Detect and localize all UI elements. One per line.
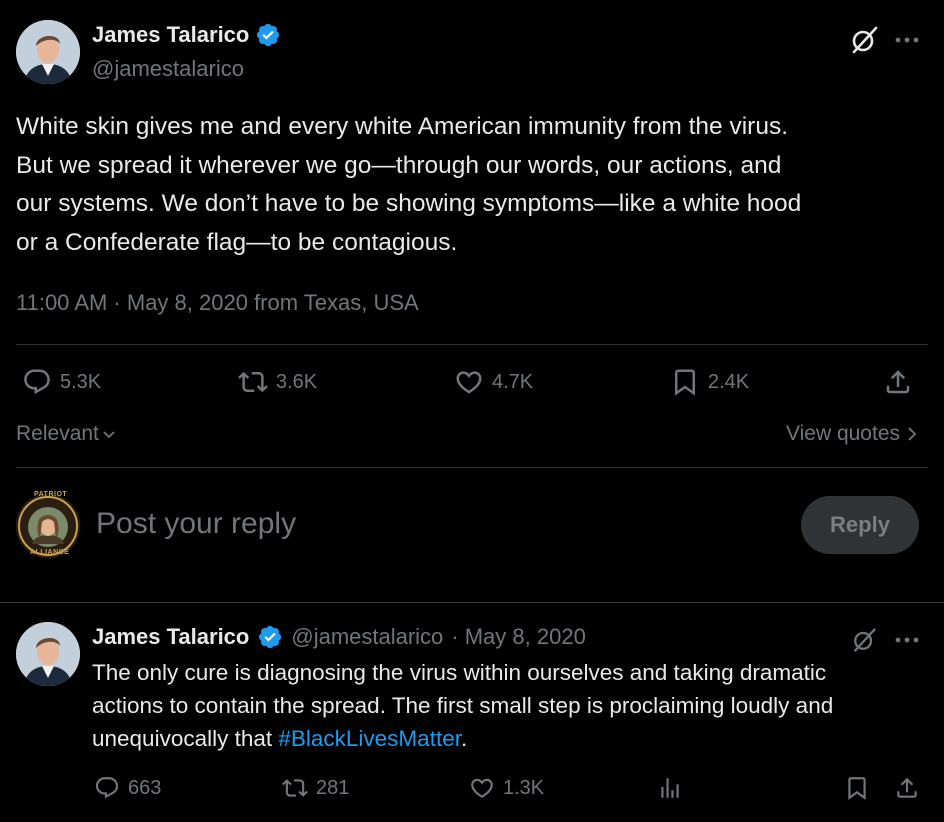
reply-icon <box>24 369 50 395</box>
divider <box>16 344 928 345</box>
chevron-down-icon <box>103 431 115 439</box>
bookmark-action[interactable]: 2.4K <box>670 367 749 397</box>
share-icon <box>886 370 910 394</box>
view-quotes-link[interactable]: View quotes <box>786 422 918 446</box>
view-quotes-label: View quotes <box>785 422 900 445</box>
reply-author-avatar[interactable] <box>16 622 80 686</box>
reply-author-name[interactable]: James Talarico <box>92 624 249 650</box>
retweet-icon <box>238 371 268 393</box>
avatar-badge-top-text: PATRIOT <box>34 491 68 498</box>
avatar-badge-bottom-text: ALLIANCE <box>30 549 70 556</box>
sort-relevant-button[interactable]: Relevant <box>16 422 117 446</box>
reply-action[interactable]: 663 <box>94 775 161 801</box>
reply-text-line: unequivocally that #BlackLivesMatter. <box>92 722 937 755</box>
sort-relevant-label: Relevant <box>16 422 99 445</box>
more-options-icon[interactable] <box>894 630 920 650</box>
grok-icon[interactable] <box>848 24 880 56</box>
share-action[interactable] <box>894 775 920 801</box>
reply-icon <box>95 777 119 799</box>
tweet-text: White skin gives me and every white Amer… <box>16 108 936 262</box>
reply-action[interactable]: 5.3K <box>22 367 101 397</box>
retweet-count: 3.6K <box>276 370 318 393</box>
divider <box>0 602 944 603</box>
reply-text-fragment: unequivocally that <box>92 726 279 751</box>
retweet-count: 281 <box>316 776 350 799</box>
reply-text-line: actions to contain the spread. The first… <box>92 693 834 718</box>
reply-text: The only cure is diagnosing the virus wi… <box>92 656 937 755</box>
like-count: 1.3K <box>503 776 545 799</box>
reply-text-fragment: . <box>460 726 468 751</box>
retweet-action[interactable]: 3.6K <box>238 367 317 397</box>
tweet-text-line: But we spread it wherever we go—through … <box>16 151 782 179</box>
reply-input[interactable]: Post your reply <box>96 507 776 541</box>
reply-button[interactable]: Reply <box>801 496 919 554</box>
reply-date[interactable]: · May 8, 2020 <box>451 624 586 650</box>
reply-text-line: The only cure is diagnosing the virus wi… <box>92 660 827 685</box>
like-action[interactable]: 4.7K <box>454 367 533 397</box>
reply-count: 5.3K <box>60 370 102 393</box>
tweet-text-line: our systems. We don’t have to be showing… <box>16 190 802 217</box>
share-icon <box>897 777 917 798</box>
heart-icon <box>471 778 493 798</box>
views-action[interactable] <box>657 775 683 801</box>
chevron-right-icon <box>908 427 917 441</box>
retweet-icon <box>282 779 308 797</box>
share-action[interactable] <box>883 367 913 397</box>
grok-icon[interactable] <box>850 626 878 654</box>
bookmark-icon <box>675 369 695 396</box>
tweet-text-line: or a Confederate flag—to be contagious. <box>16 228 458 256</box>
hashtag-link[interactable]: #BlackLivesMatter <box>278 726 461 751</box>
analytics-icon <box>661 778 679 798</box>
tweet-text-line: White skin gives me and every white Amer… <box>16 113 789 140</box>
bookmark-action[interactable] <box>844 775 870 801</box>
verified-badge-icon <box>255 22 281 48</box>
retweet-action[interactable]: 281 <box>282 775 349 801</box>
reply-count: 663 <box>128 776 162 799</box>
bookmark-icon <box>848 777 866 800</box>
author-handle[interactable]: @jamestalarico <box>92 56 244 82</box>
heart-icon <box>456 371 482 394</box>
verified-badge-icon <box>257 624 283 650</box>
like-action[interactable]: 1.3K <box>469 775 544 801</box>
tweet-timestamp[interactable]: 11:00 AM · May 8, 2020 from Texas, USA <box>16 290 419 316</box>
author-avatar[interactable] <box>16 20 80 84</box>
like-count: 4.7K <box>492 370 534 393</box>
author-name[interactable]: James Talarico <box>92 22 249 48</box>
reply-author-handle[interactable]: @jamestalarico <box>291 624 443 650</box>
bookmark-count: 2.4K <box>708 370 750 393</box>
divider <box>16 467 928 468</box>
more-options-icon[interactable] <box>894 30 920 50</box>
